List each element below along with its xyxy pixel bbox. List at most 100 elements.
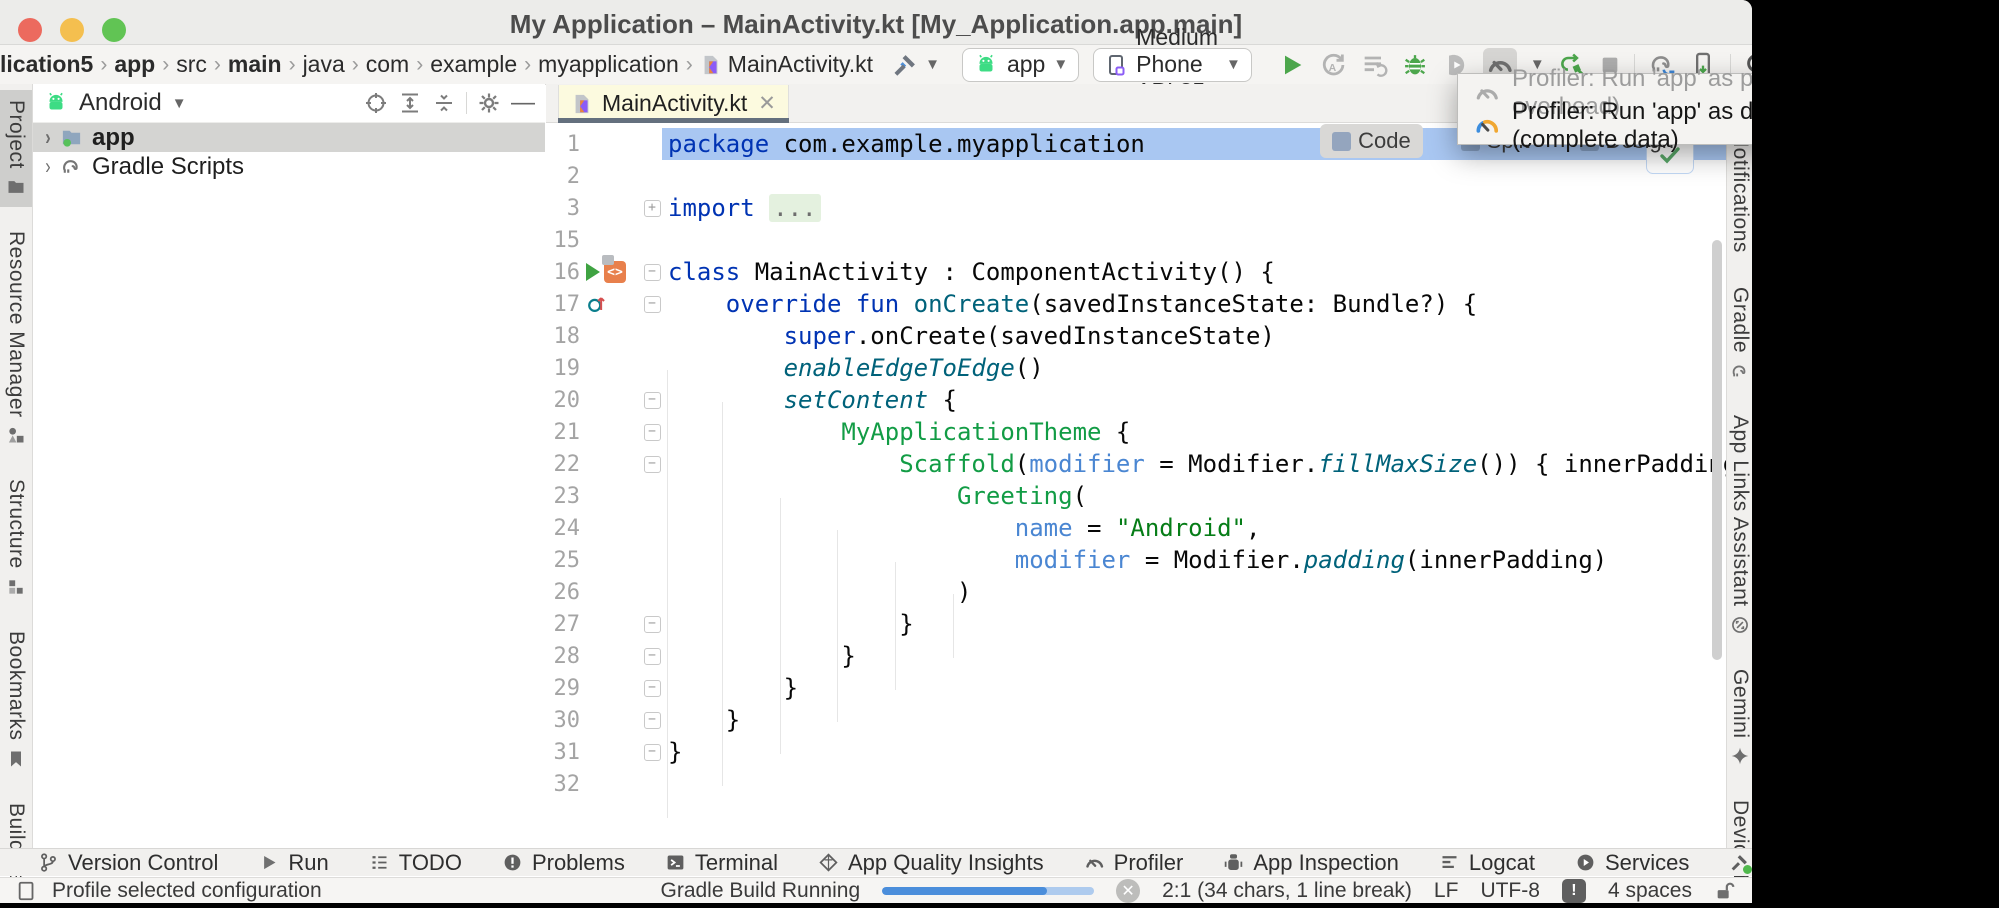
code-line[interactable]: 3+import ...	[546, 192, 1726, 224]
chevron-right-icon[interactable]: ›	[45, 153, 50, 179]
fold-marker[interactable]: −	[644, 712, 661, 729]
code-line[interactable]: 26 )	[546, 576, 1726, 608]
line-number: 23	[546, 484, 580, 509]
toolwindow-button-problems[interactable]: Problems	[502, 850, 625, 876]
toolwindow-button-todo[interactable]: TODO	[369, 850, 462, 876]
run-button[interactable]	[1278, 51, 1306, 79]
breadcrumb-item[interactable]: MainActivity.kt	[728, 51, 873, 78]
title-bar: My Application – MainActivity.kt [My_App…	[0, 0, 1752, 45]
code-line[interactable]: 31−}	[546, 736, 1726, 768]
toolwindow-button-build[interactable]: Build	[1729, 850, 1752, 876]
code-line[interactable]: 30− }	[546, 704, 1726, 736]
hide-panel-icon[interactable]: —	[511, 89, 535, 117]
code-line[interactable]: 21− MyApplicationTheme {	[546, 416, 1726, 448]
fold-marker[interactable]: −	[644, 456, 661, 473]
build-dropdown-icon[interactable]: ▼	[925, 56, 940, 73]
fold-marker[interactable]: −	[644, 616, 661, 633]
breadcrumb-item[interactable]: lication5	[0, 51, 93, 78]
fold-marker[interactable]: −	[644, 264, 661, 281]
mode-button-label: Code	[1358, 128, 1411, 154]
layout-widget-icon[interactable]	[16, 880, 38, 902]
code-line[interactable]: 23 Greeting(	[546, 480, 1726, 512]
stripe-item-project[interactable]: Project	[0, 90, 32, 207]
device-select[interactable]: Medium Phone API 35 ▼	[1093, 48, 1252, 82]
expand-all-icon[interactable]	[398, 91, 422, 115]
code-line[interactable]: 29− }	[546, 672, 1726, 704]
select-opened-file-icon[interactable]	[364, 91, 388, 115]
gutter-icons: <>	[580, 261, 642, 283]
breadcrumb-item[interactable]: app	[114, 51, 155, 78]
breadcrumb-item[interactable]: main	[228, 51, 282, 78]
project-view-select[interactable]: Android	[79, 89, 162, 117]
breadcrumb-item[interactable]: java	[303, 51, 345, 78]
fold-marker[interactable]: −	[644, 296, 661, 313]
run-configuration-select[interactable]: app ▼	[962, 48, 1079, 82]
chevron-down-icon[interactable]: ▼	[172, 95, 187, 112]
toolwindow-button-services[interactable]: Services	[1575, 850, 1689, 876]
toolwindow-button-profiler[interactable]: Profiler	[1084, 850, 1184, 876]
caret-position-widget[interactable]: 2:1 (34 chars, 1 line break)	[1162, 879, 1412, 903]
code-line[interactable]: 16<>−class MainActivity : ComponentActiv…	[546, 256, 1726, 288]
build-hammer-icon[interactable]	[891, 51, 919, 79]
mode-button-code[interactable]: Code	[1320, 124, 1423, 158]
toolwindow-button-app-inspection[interactable]: App Inspection	[1223, 850, 1399, 876]
fold-marker[interactable]: −	[644, 424, 661, 441]
tree-row-gradle-scripts[interactable]: ›Gradle Scripts	[33, 152, 545, 181]
code-area[interactable]: 1package com.example.myapplication23+imp…	[546, 128, 1726, 848]
breadcrumb-item[interactable]: myapplication	[538, 51, 679, 78]
code-line[interactable]: 19 enableEdgeToEdge()	[546, 352, 1726, 384]
breadcrumb-item[interactable]: com	[366, 51, 409, 78]
code-line[interactable]: 32	[546, 768, 1726, 800]
breadcrumb-item[interactable]: src	[176, 51, 207, 78]
breadcrumb-item[interactable]: example	[430, 51, 517, 78]
line-ending-widget[interactable]: LF	[1434, 879, 1459, 903]
code-line[interactable]: 22− Scaffold(modifier = Modifier.fillMax…	[546, 448, 1726, 480]
toolwindow-button-app-quality-insights[interactable]: App Quality Insights	[818, 850, 1044, 876]
stripe-item-structure[interactable]: Structure	[0, 469, 32, 607]
stripe-item-gemini[interactable]: Gemini	[1727, 659, 1752, 777]
encoding-widget[interactable]: UTF-8	[1480, 879, 1540, 903]
fold-marker[interactable]: −	[644, 392, 661, 409]
code-line[interactable]: 18 super.onCreate(savedInstanceState)	[546, 320, 1726, 352]
stripe-item-bookmarks[interactable]: Bookmarks	[0, 621, 32, 779]
debug-button[interactable]	[1401, 51, 1429, 79]
close-tab-icon[interactable]: ✕	[758, 91, 776, 116]
code-line[interactable]: 20− setContent {	[546, 384, 1726, 416]
code-line[interactable]: 28− }	[546, 640, 1726, 672]
notifications-widget-icon[interactable]: !	[1562, 879, 1586, 903]
overriding-method-icon[interactable]	[586, 293, 608, 315]
editor-scrollbar[interactable]	[1712, 240, 1722, 660]
run-line-icon[interactable]	[586, 263, 600, 281]
code-line[interactable]: 2	[546, 160, 1726, 192]
run-with-list-icon[interactable]	[1360, 51, 1388, 79]
chevron-right-icon[interactable]: ›	[45, 124, 50, 150]
toolwindow-button-logcat[interactable]: Logcat	[1439, 850, 1535, 876]
code-line[interactable]: 17− override fun onCreate(savedInstanceS…	[546, 288, 1726, 320]
rerun-coverage-icon[interactable]: A	[1319, 51, 1347, 79]
code-line[interactable]: 24 name = "Android",	[546, 512, 1726, 544]
profiler-menu-item[interactable]: Profiler: Run 'app' as debuggable (compl…	[1458, 110, 1752, 141]
tree-row-app[interactable]: ›app	[33, 123, 545, 152]
code-line[interactable]: 15	[546, 224, 1726, 256]
fold-marker[interactable]: −	[644, 744, 661, 761]
toolwindow-button-version-control[interactable]: Version Control	[38, 850, 218, 876]
code-line[interactable]: 27− }	[546, 608, 1726, 640]
stripe-item-app-links-assistant[interactable]: App Links Assistant	[1727, 405, 1752, 645]
indent-widget[interactable]: 4 spaces	[1608, 879, 1692, 903]
breadcrumb: lication5›app›src›main›java›com›example›…	[0, 51, 873, 78]
stripe-item-resource-manager[interactable]: Resource Manager	[0, 221, 32, 456]
collapse-all-icon[interactable]	[432, 91, 456, 115]
toolwindow-button-run[interactable]: Run	[258, 850, 328, 876]
tab-mainactivity[interactable]: MainActivity.kt ✕	[558, 85, 789, 122]
fold-marker[interactable]: +	[644, 200, 661, 217]
unlock-icon[interactable]	[1714, 880, 1736, 902]
cancel-build-button[interactable]: ✕	[1116, 879, 1140, 903]
fold-marker[interactable]: −	[644, 648, 661, 665]
panel-settings-gear-icon[interactable]	[477, 91, 501, 115]
code-line[interactable]: 25 modifier = Modifier.padding(innerPadd…	[546, 544, 1726, 576]
tool-window-bar: Version Control Run TODO Problems Terminal Ap…	[0, 848, 1752, 876]
stripe-item-gradle[interactable]: Gradle	[1727, 277, 1752, 391]
toolwindow-button-terminal[interactable]: Terminal	[665, 850, 778, 876]
fold-marker[interactable]: −	[644, 680, 661, 697]
line-number: 29	[546, 676, 580, 701]
